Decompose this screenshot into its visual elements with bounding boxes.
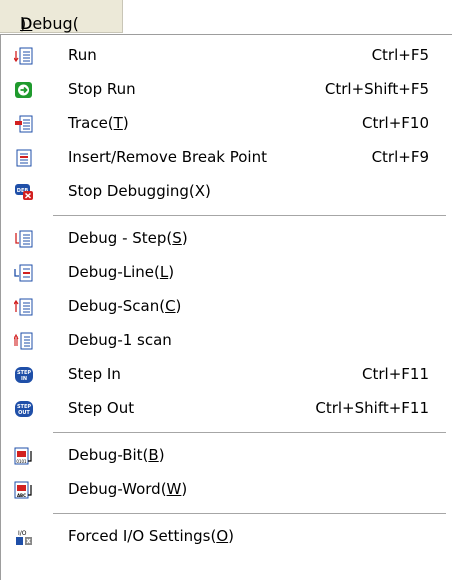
menu-item-debug-bit[interactable]: 0101 Debug-Bit(B) [1,439,452,473]
menu-item-label: Stop Debugging(X) [68,182,211,200]
shortcut-text: Ctrl+Shift+F5 [324,80,429,98]
menu-separator [53,513,446,515]
menu-bar: Debug(D) [0,0,452,34]
menu-item-label: Insert/Remove Break Point [68,148,267,166]
trace-icon [14,115,34,133]
menu-item-label: Stop Run [68,80,136,98]
menu-item-step-in[interactable]: STEP IN Step In Ctrl+F11 [1,358,452,392]
debug-word-icon: ABC [14,481,34,499]
debug-bit-icon: 0101 [14,447,34,465]
svg-text:OUT: OUT [18,410,30,416]
menu-item-stop-debugging[interactable]: DEB Stop Debugging(X) [1,175,452,209]
menu-item-label: Debug - Step(S) [68,229,188,247]
step-out-icon: STEP OUT [14,400,34,418]
debug-scan-icon [13,298,34,316]
menu-item-insert-remove-break-point[interactable]: Insert/Remove Break Point Ctrl+F9 [1,141,452,175]
menu-item-label: Step Out [68,399,135,417]
menu-item-label: Debug-Scan(C) [68,297,182,315]
menu-item-debug-word[interactable]: ABC Debug-Word(W) [1,473,452,507]
menu-item-trace[interactable]: Trace(T) Ctrl+F10 [1,107,452,141]
breakpoint-icon [14,149,34,167]
stop-run-icon [14,81,34,99]
menu-item-step-out[interactable]: STEP OUT Step Out Ctrl+Shift+F11 [1,392,452,426]
svg-text:IN: IN [21,376,27,382]
menu-item-label: Debug-Bit(B) [68,446,165,464]
run-icon [13,47,34,65]
debug-step-icon [14,230,34,248]
menu-item-debug-scan[interactable]: Debug-Scan(C) [1,290,452,324]
menu-item-stop-run[interactable]: Stop Run Ctrl+Shift+F5 [1,73,452,107]
menu-item-label: Step In [68,365,121,383]
shortcut-text: Ctrl+F9 [371,148,429,166]
shortcut-text: Ctrl+Shift+F11 [315,399,429,417]
shortcut-text: Ctrl+F11 [362,365,429,383]
shortcut-text: Ctrl+F10 [362,114,429,132]
menu-separator [53,432,446,434]
stop-debugging-icon: DEB [14,183,34,201]
menu-item-debug-step[interactable]: Debug - Step(S) [1,222,452,256]
menu-item-debug-1-scan[interactable]: Debug-1 scan [1,324,452,358]
menu-item-forced-io-settings[interactable]: I/O Forced I/O Settings(O) [1,520,452,554]
menu-item-label: Debug-1 scan [68,331,172,349]
debug-1-scan-icon [13,332,34,350]
shortcut-text: Ctrl+F5 [371,46,429,64]
svg-text:ABC: ABC [17,493,26,498]
menu-item-label: Debug-Line(L) [68,263,175,281]
menu-item-label: Trace(T) [68,114,129,132]
svg-text:I/O: I/O [18,530,27,537]
menu-debug[interactable]: Debug(D) [0,0,123,33]
menu-item-debug-line[interactable]: Debug-Line(L) [1,256,452,290]
menu-separator [53,215,446,217]
svg-text:0101: 0101 [16,459,27,464]
menu-item-label: Forced I/O Settings(O) [68,527,234,545]
debug-dropdown-menu: Run Ctrl+F5 Stop Run Ctrl+Shift+F5 Trace… [0,34,452,580]
menu-item-label: Debug-Word(W) [68,480,188,498]
menu-item-label: Run [68,46,97,64]
forced-io-icon: I/O [14,528,34,546]
menu-item-run[interactable]: Run Ctrl+F5 [1,39,452,73]
debug-line-icon [14,264,34,282]
step-in-icon: STEP IN [14,366,34,384]
